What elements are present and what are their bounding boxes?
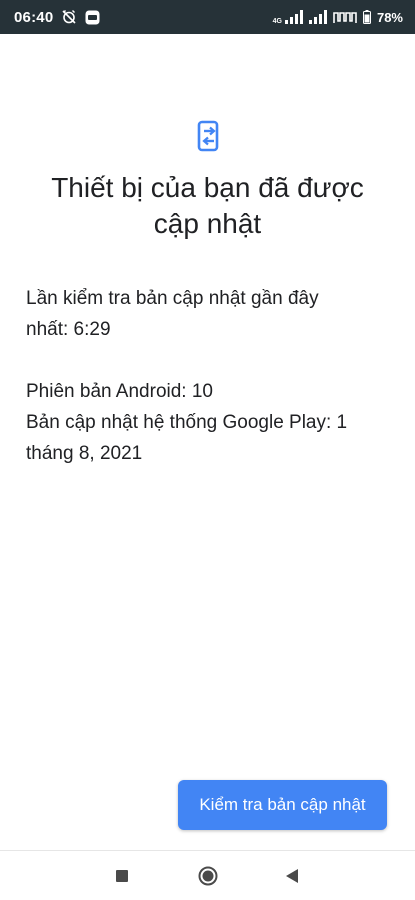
status-bar: 06:40 4G 78% [0, 0, 415, 34]
network-type-label: 4G [272, 18, 282, 25]
zalo-app-icon [85, 10, 100, 25]
signal-icon [308, 10, 327, 24]
status-left: 06:40 [14, 9, 100, 26]
screen: 06:40 4G 78% Thiết bị của bạn đã được cậ… [0, 0, 415, 900]
page-title-line-1: Thiết bị của bạn đã được [51, 172, 364, 203]
play-update-line-1: Bản cập nhật hệ thống Google Play: 1 [26, 412, 348, 433]
battery-icon [362, 10, 371, 24]
system-update-icon [195, 119, 223, 153]
battery-percent: 78% [376, 9, 403, 25]
check-update-button[interactable]: Kiểm tra bản cập nhật [178, 780, 387, 830]
signal-icon [284, 10, 303, 24]
page-title-line-2: cập nhật [153, 208, 262, 239]
status-right: 4G 78% [272, 9, 403, 26]
recents-icon[interactable] [110, 864, 134, 888]
home-icon[interactable] [196, 864, 220, 888]
last-check-line-1: Lần kiểm tra bản cập nhật gần đây [26, 288, 319, 309]
android-version: Phiên bản Android: 10 [26, 381, 213, 402]
last-check-line-2: nhất: 6:29 [26, 319, 111, 340]
alarm-off-icon [61, 9, 77, 25]
page-title: Thiết bị của bạn đã được cập nhật [20, 170, 395, 242]
play-update-line-2: tháng 8, 2021 [26, 443, 143, 464]
back-icon[interactable] [280, 864, 304, 888]
version-info: Phiên bản Android: 10 Bản cập nhật hệ th… [26, 376, 396, 469]
last-check-info: Lần kiểm tra bản cập nhật gần đây nhất: … [26, 283, 396, 345]
wifi-calling-icon [333, 10, 357, 24]
status-time: 06:40 [14, 8, 54, 26]
navigation-bar [0, 850, 415, 900]
